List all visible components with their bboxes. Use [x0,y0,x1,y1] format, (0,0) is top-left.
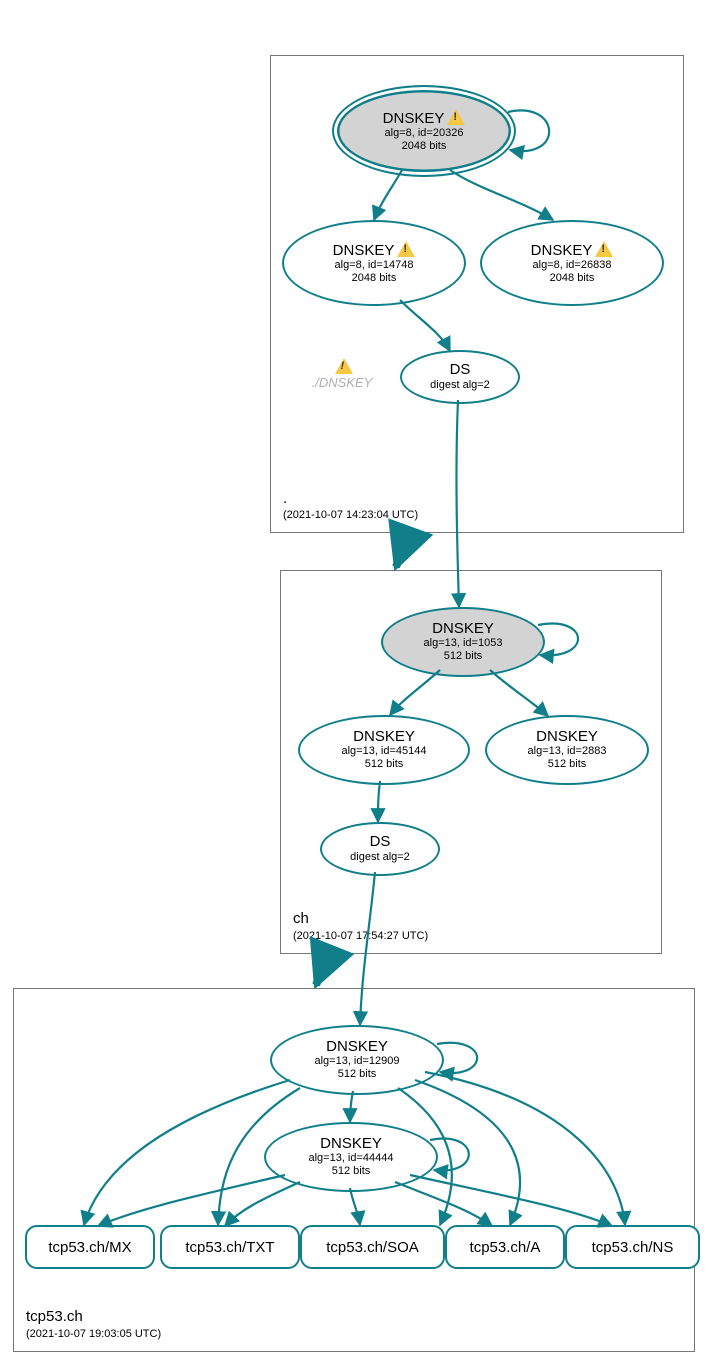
node-sub1: digest alg=2 [350,851,410,864]
node-leaf-ksk: DNSKEY alg=13, id=12909 512 bits [270,1025,444,1095]
node-title: DNSKEY [536,729,598,746]
node-ch-ds: DS digest alg=2 [320,822,440,876]
node-rr-ns: tcp53.ch/NS [565,1225,700,1269]
node-title: DNSKEY [333,241,416,260]
warning-icon [397,241,415,257]
warning-icon [595,241,613,257]
node-sub2: 512 bits [338,1068,377,1081]
node-title: DNSKEY [383,109,466,128]
zone-ch-name: ch [293,910,309,927]
warning-icon [447,109,465,125]
node-sub2: 2048 bits [402,140,447,153]
node-rr-mx: tcp53.ch/MX [25,1225,155,1269]
node-title: DNSKEY [353,729,415,746]
node-sub1: alg=13, id=45144 [341,745,426,758]
node-title: DNSKEY [326,1039,388,1056]
node-root-zsk2: DNSKEY alg=8, id=26838 2048 bits [480,220,664,306]
node-title: DNSKEY [320,1136,382,1153]
node-title: DNSKEY [432,621,494,638]
node-ch-ksk: DNSKEY alg=13, id=1053 512 bits [381,607,545,677]
node-sub2: 2048 bits [352,272,397,285]
zone-ch-ts: (2021-10-07 17:54:27 UTC) [293,930,428,942]
node-ch-zsk1: DNSKEY alg=13, id=45144 512 bits [298,715,470,785]
node-sub1: alg=13, id=44444 [308,1152,393,1165]
zone-root-name: . [283,490,287,507]
node-root-zsk1: DNSKEY alg=8, id=14748 2048 bits [282,220,466,306]
node-rr-txt: tcp53.ch/TXT [160,1225,300,1269]
node-sub1: alg=8, id=26838 [533,259,612,272]
node-title: DS [370,834,391,851]
node-leaf-zsk: DNSKEY alg=13, id=44444 512 bits [264,1122,438,1192]
node-rr-a: tcp53.ch/A [445,1225,565,1269]
zone-root-ts: (2021-10-07 14:23:04 UTC) [283,509,418,521]
node-sub1: digest alg=2 [430,379,490,392]
zone-leaf-name: tcp53.ch [26,1308,83,1325]
node-sub2: 512 bits [332,1165,371,1178]
node-sub1: alg=8, id=20326 [385,127,464,140]
node-root-ksk: DNSKEY alg=8, id=20326 2048 bits [332,85,516,177]
node-sub1: alg=13, id=12909 [314,1055,399,1068]
node-root-ds: DS digest alg=2 [400,350,520,404]
node-root-ghost: ./DNSKEY [302,358,382,390]
node-ch-zsk2: DNSKEY alg=13, id=2883 512 bits [485,715,649,785]
node-title: DS [450,362,471,379]
node-title: DNSKEY [531,241,614,260]
zone-leaf-ts: (2021-10-07 19:03:05 UTC) [26,1328,161,1340]
node-sub2: 512 bits [365,758,404,771]
node-sub2: 2048 bits [550,272,595,285]
warning-icon [335,358,353,374]
node-rr-soa: tcp53.ch/SOA [300,1225,445,1269]
node-sub1: alg=13, id=1053 [424,637,503,650]
node-sub2: 512 bits [548,758,587,771]
node-sub1: alg=8, id=14748 [335,259,414,272]
node-sub2: 512 bits [444,650,483,663]
node-sub1: alg=13, id=2883 [528,745,607,758]
